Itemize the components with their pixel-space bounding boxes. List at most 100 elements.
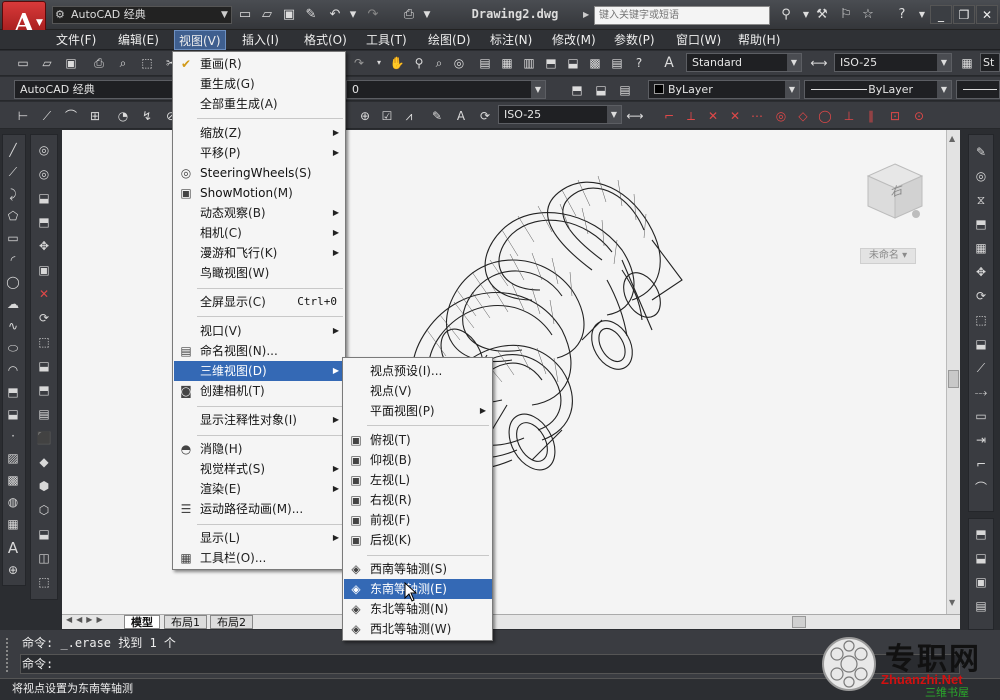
hatch-icon[interactable]: ▨ xyxy=(3,449,23,468)
menu-item-walk-fly[interactable]: 漫游和飞行(K) ▶ xyxy=(174,243,345,263)
command-grip[interactable] xyxy=(6,638,12,672)
help-search-input[interactable] xyxy=(594,6,770,25)
snap-midpoint-icon[interactable]: ⟂ xyxy=(682,107,700,125)
menu-item-orbit[interactable]: 动态观察(B) ▶ xyxy=(174,203,345,223)
properties-icon[interactable]: ▤ xyxy=(476,54,494,72)
construction-line-icon[interactable]: ⟋ xyxy=(3,163,23,182)
close-icon[interactable]: ✕ xyxy=(976,5,998,24)
scale-icon[interactable]: ⟳ xyxy=(34,309,54,328)
vertical-scrollbar[interactable]: ▲ ▼ xyxy=(946,130,960,614)
circle-icon[interactable]: ◯ xyxy=(3,273,23,292)
multiline-text-icon[interactable]: A xyxy=(3,539,23,558)
snap-insert-icon[interactable]: ⊡ xyxy=(886,107,904,125)
menu-item-render[interactable]: 渲染(E) ▶ xyxy=(174,479,345,499)
menu-item-visual-styles[interactable]: 视觉样式(S) ▶ xyxy=(174,459,345,479)
rectangle-icon[interactable]: ▭ xyxy=(3,229,23,248)
menu-dimension[interactable]: 标注(N) xyxy=(486,30,536,50)
publish-icon[interactable]: ⬚ xyxy=(138,54,156,72)
snap-extension-icon[interactable]: ⋯ xyxy=(748,107,766,125)
dim-update-icon[interactable]: ⟳ xyxy=(476,107,494,125)
right-tool-join-icon[interactable]: ⇥ xyxy=(971,431,991,450)
right-tool-array-icon[interactable]: ▦ xyxy=(971,239,991,258)
title-expand-arrow-icon[interactable]: ▶ xyxy=(583,10,589,19)
menu-file[interactable]: 文件(F) xyxy=(52,30,100,50)
bring-above-icon[interactable]: ▣ xyxy=(971,573,991,592)
workspace-dropdown-arrow[interactable]: ▼ xyxy=(218,7,231,23)
submenu-item-left[interactable]: ▣ 左视(L) xyxy=(344,470,492,490)
favorites-star-icon[interactable]: ☆ xyxy=(858,6,878,24)
menu-modify[interactable]: 修改(M) xyxy=(548,30,600,50)
menu-item-clean-screen[interactable]: 全屏显示(C) Ctrl+0 xyxy=(174,292,345,312)
calculator-icon[interactable]: ▤ xyxy=(608,54,626,72)
move-icon[interactable]: ▣ xyxy=(34,261,54,280)
sheet-set-icon[interactable]: ⬒ xyxy=(542,54,560,72)
dim-style-icon[interactable]: ⟷ xyxy=(810,54,828,72)
submenu-item-front[interactable]: ▣ 前视(F) xyxy=(344,510,492,530)
snap-center-icon[interactable]: ◎ xyxy=(772,107,790,125)
menu-item-showmotion[interactable]: ▣ ShowMotion(M) xyxy=(174,183,345,203)
submenu-item-ne-isometric[interactable]: ◈ 东北等轴测(N) xyxy=(344,599,492,619)
snap-intersection-icon[interactable]: ✕ xyxy=(704,107,722,125)
linetype-combo[interactable]: ByLayer ▼ xyxy=(804,80,952,99)
menu-tools[interactable]: 工具(T) xyxy=(362,30,411,50)
layer-combo[interactable]: 0 ▼ xyxy=(346,80,546,99)
subtract-icon[interactable]: ⬚ xyxy=(34,573,54,592)
array-icon[interactable]: ✥ xyxy=(34,237,54,256)
menu-item-3d-views[interactable]: 三维视图(D) ▶ xyxy=(174,361,345,381)
polyline-icon[interactable]: ⤸ xyxy=(3,185,23,204)
make-layer-current-icon[interactable]: ⬒ xyxy=(568,81,586,99)
qnew-icon[interactable]: ▭ xyxy=(14,54,32,72)
communication-center-icon[interactable]: ⚐ xyxy=(836,6,856,24)
right-tool-chamfer-icon[interactable]: ⌐ xyxy=(971,455,991,474)
spline-icon[interactable]: ∿ xyxy=(3,317,23,336)
dim-style-manager-icon[interactable]: ⟷ xyxy=(626,107,644,125)
menu-item-redraw[interactable]: ✔ 重画(R) xyxy=(174,54,345,74)
plot-preview-icon[interactable]: ⌕ xyxy=(114,54,132,72)
dropdown-arrow-icon[interactable]: ▼ xyxy=(785,81,799,98)
table-style-icon[interactable]: ▦ xyxy=(958,54,976,72)
right-tool-copy-icon[interactable]: ◎ xyxy=(971,167,991,186)
extend-icon[interactable]: ⬒ xyxy=(34,381,54,400)
center-mark-icon[interactable]: ⊕ xyxy=(356,107,374,125)
menu-item-display[interactable]: 显示(L) ▶ xyxy=(174,528,345,548)
layer-previous-icon[interactable]: ⬓ xyxy=(592,81,610,99)
markup-icon[interactable]: ⬓ xyxy=(564,54,582,72)
snap-node-icon[interactable]: ⊙ xyxy=(910,107,928,125)
dropdown-arrow-icon[interactable]: ▼ xyxy=(607,106,621,123)
open-file-icon[interactable]: ▱ xyxy=(258,6,276,24)
fillet-icon[interactable]: ⬢ xyxy=(34,477,54,496)
minimize-icon[interactable]: _ xyxy=(930,5,952,24)
quickcalc-icon[interactable]: ▩ xyxy=(586,54,604,72)
right-tool-pencil-icon[interactable]: ✎ xyxy=(971,143,991,162)
dropdown-arrow-icon[interactable]: ▼ xyxy=(787,54,801,71)
menu-item-named-views[interactable]: ▤ 命名视图(N)... xyxy=(174,341,345,361)
dim-edit-icon[interactable]: ✎ xyxy=(428,107,446,125)
help-icon[interactable]: ? xyxy=(892,6,912,24)
bring-front-icon[interactable]: ⬒ xyxy=(971,525,991,544)
right-tool-rotate-icon[interactable]: ⟳ xyxy=(971,287,991,306)
right-tool-extend-icon[interactable]: ⤏ xyxy=(971,383,991,402)
submenu-item-right[interactable]: ▣ 右视(R) xyxy=(344,490,492,510)
right-tool-fillet-icon[interactable]: ⌒ xyxy=(971,479,991,498)
zoom-realtime-icon[interactable]: ⚲ xyxy=(410,54,428,72)
submenu-item-back[interactable]: ▣ 后视(K) xyxy=(344,530,492,550)
wcs-menu[interactable]: 未命名 ▾ xyxy=(860,248,916,264)
app-menu-arrow-icon[interactable]: ▼ xyxy=(36,18,46,28)
right-tool-offset-icon[interactable]: ⬒ xyxy=(971,215,991,234)
line-icon[interactable]: ╱ xyxy=(3,141,23,160)
linear-dim-icon[interactable]: ⊢ xyxy=(14,107,32,125)
submenu-item-bottom[interactable]: ▣ 仰视(B) xyxy=(344,450,492,470)
union-icon[interactable]: ◫ xyxy=(34,549,54,568)
zoom-window-icon[interactable]: ⌕ xyxy=(430,54,448,72)
redo-icon[interactable]: ↷ xyxy=(364,6,382,24)
text-style-icon[interactable]: A xyxy=(660,54,678,72)
menu-item-pan[interactable]: 平移(P) ▶ xyxy=(174,143,345,163)
subscription-key-icon[interactable]: ⚒ xyxy=(812,6,832,24)
restore-icon[interactable]: ❐ xyxy=(953,5,975,24)
scroll-down-icon[interactable]: ▼ xyxy=(949,598,955,607)
help-toolbar-icon[interactable]: ? xyxy=(630,54,648,72)
text-style-combo[interactable]: Standard ▼ xyxy=(686,53,802,72)
menu-help[interactable]: 帮助(H) xyxy=(734,30,784,50)
arc-length-icon[interactable]: ⌒ xyxy=(62,107,80,125)
menu-item-hide[interactable]: ◓ 消隐(H) xyxy=(174,439,345,459)
